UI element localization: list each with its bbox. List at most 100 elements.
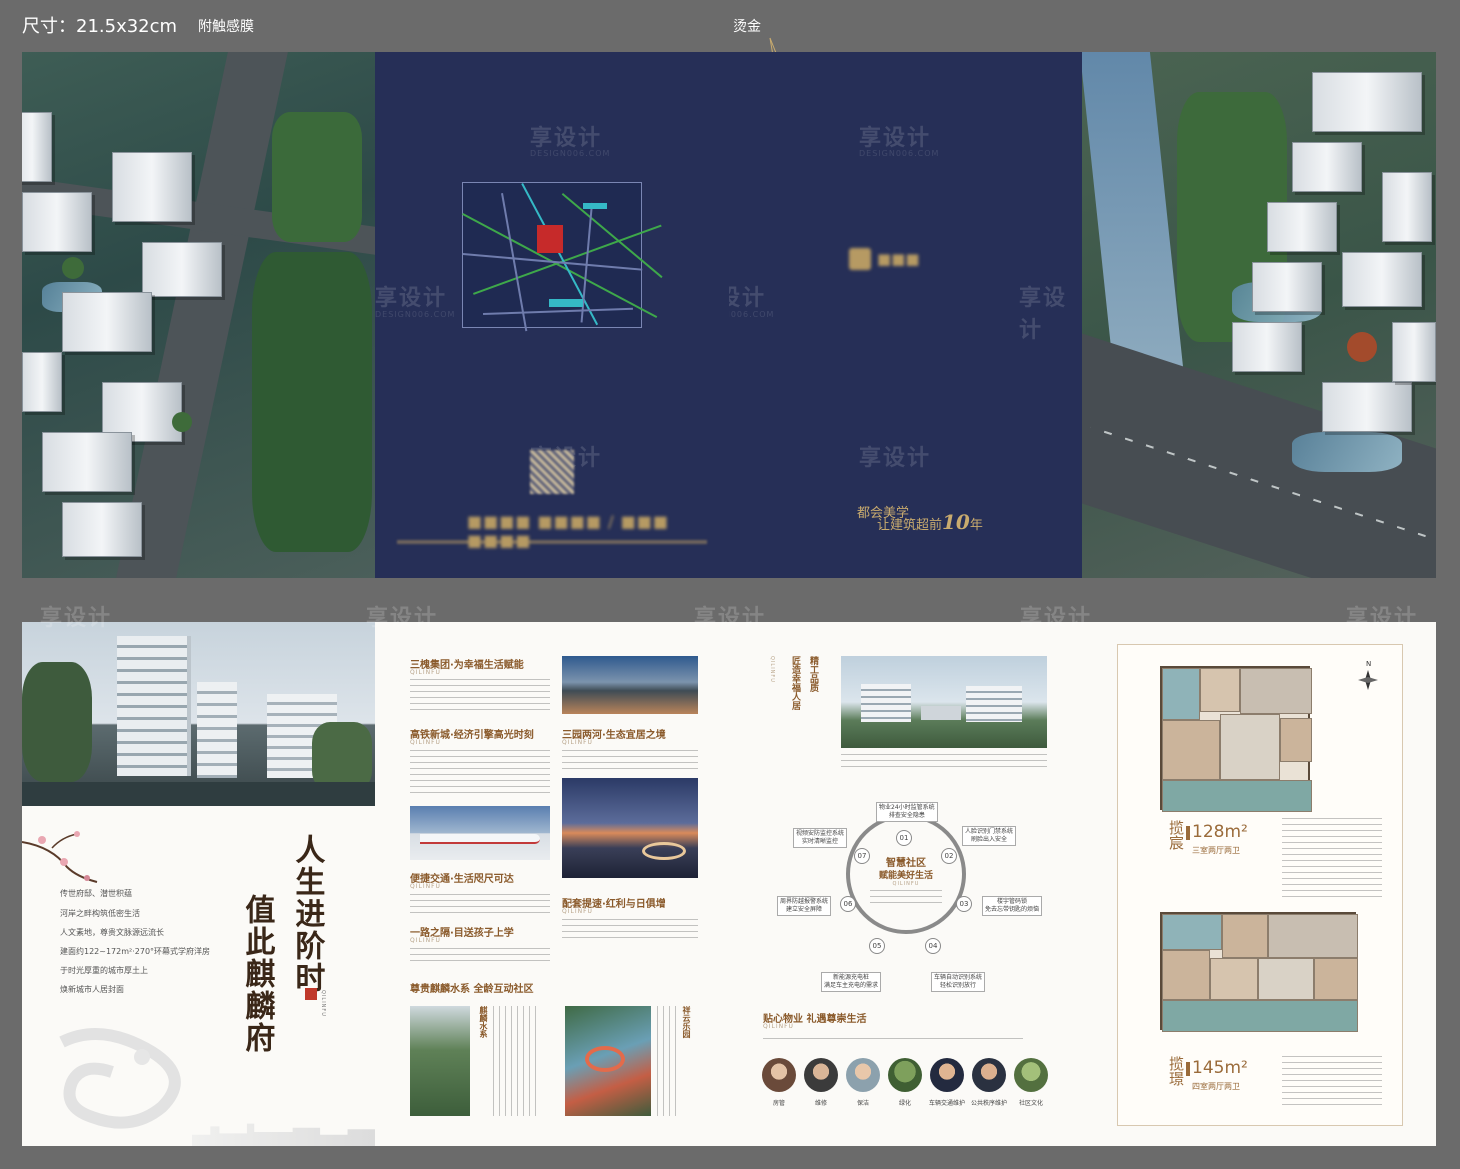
watermark-text: 享设计 — [729, 286, 767, 311]
watermark-text: 享设计 — [1020, 606, 1093, 631]
feature-tag: 人脸识别门禁系统 刷脸出入安全 — [962, 826, 1017, 846]
section-title: 尊贵麒麟水系 全龄互动社区 — [410, 984, 534, 995]
intro-line-5: 于时光厚重的城市厚土上 — [60, 966, 148, 975]
service-label: 公共秩序维护 — [970, 1100, 1007, 1107]
ring-node: 02 — [941, 848, 957, 864]
high-speed-train-photo — [410, 806, 550, 860]
service-label: 绿化 — [898, 1100, 911, 1107]
service-photo-greening — [888, 1058, 922, 1092]
service-label: 车辆交通维护 — [928, 1100, 965, 1107]
intro-line-6: 焕新城市人居封面 — [60, 985, 124, 994]
feature-tag: 周界防越报警系统 建立安全屏障 — [777, 896, 832, 916]
vertical-label: 麒麟水系 — [479, 1006, 488, 1038]
service-photo-housing — [762, 1058, 796, 1092]
heading-vertical-2: 匠造幸福人居 — [790, 656, 800, 710]
ring-node: 01 — [896, 830, 912, 846]
disclaimer-blurred — [397, 540, 707, 544]
building-render-photo — [22, 622, 375, 806]
watermark-text: 享设计 — [366, 606, 439, 631]
paragraph — [562, 919, 698, 943]
community-render-photo — [841, 656, 1047, 748]
watermark-text: 享设计 — [859, 126, 932, 151]
center-sub: QILINFU — [892, 881, 920, 887]
plan2-name: 揽璟 — [1167, 1056, 1185, 1086]
compass-label: N — [1366, 660, 1372, 668]
qr-code — [530, 450, 574, 494]
aerial-render-left — [22, 52, 375, 578]
location-map — [462, 182, 663, 332]
center-title-2: 赋能美好生活 — [878, 871, 933, 881]
service-photo-order — [972, 1058, 1006, 1092]
service-label: 保洁 — [856, 1100, 869, 1107]
vertical-label: 祥云乐园 — [682, 1006, 691, 1038]
paragraph — [410, 894, 550, 914]
project-logo-text-blurred: ■■■ — [877, 250, 920, 268]
service-label: 房管 — [772, 1100, 785, 1107]
features-page: 三槐集团·为幸福生活赋能 QILINFU 高铁新城·经济引擎高光时刻 QILIN… — [375, 622, 729, 1146]
intro-line-2: 河岸之畔构筑低密生活 — [60, 909, 140, 918]
plum-blossom-icon — [22, 831, 98, 883]
service-sub: QILINFU — [763, 1023, 794, 1030]
ring-node: 03 — [956, 896, 972, 912]
seal-text: QILINFU — [320, 990, 326, 1017]
water-garden-photo — [410, 1006, 470, 1116]
front-cover-panel: 享设计 DESIGN006.COM 享设计 DESIGN006.COM 享设计 … — [729, 52, 1082, 578]
paragraph — [657, 1006, 677, 1116]
red-seal-icon — [305, 988, 317, 1000]
plan2-description — [1282, 1056, 1382, 1106]
aerial-render-right — [1082, 52, 1436, 578]
heading-sub: QILINFU — [769, 656, 775, 683]
watermark-text: 享设计 — [375, 286, 448, 311]
floorplan-145 — [1160, 912, 1358, 1032]
dragon-pattern-icon — [59, 1028, 181, 1129]
section-sub: QILINFU — [410, 937, 441, 944]
service-label: 社区文化 — [1018, 1100, 1043, 1107]
watermark-sub: DESIGN006.COM — [729, 310, 775, 319]
section-sub: QILINFU — [562, 739, 593, 746]
paragraph — [763, 1038, 1023, 1044]
plan1-name: 揽宸 — [1167, 820, 1185, 850]
plan1-area: 128m² — [1192, 822, 1248, 842]
feature-tag: 物业24小时监管系统 排查安全隐患 — [876, 802, 938, 822]
ring-node: 05 — [869, 938, 885, 954]
project-location-marker — [537, 225, 563, 253]
calligraphy-line-1: 人生进阶时 — [289, 834, 325, 994]
watermark-sub: DESIGN006.COM — [375, 310, 456, 319]
plan1-layout: 三室两厅两卫 — [1192, 846, 1240, 855]
section-sub: QILINFU — [562, 908, 593, 915]
ring-node: 04 — [925, 938, 941, 954]
watermark-text: 享设计 — [859, 446, 932, 471]
service-label: 维修 — [814, 1100, 827, 1107]
paragraph — [410, 750, 550, 798]
section-sub: QILINFU — [410, 883, 441, 890]
watermark-text: 享设计 — [530, 126, 603, 151]
compass-icon — [1358, 670, 1378, 690]
watermark-sub: DESIGN006.COM — [530, 149, 611, 158]
back-cover-panel: 享设计 DESIGN006.COM 享设计 DESIGN006.COM 享设计 … — [375, 52, 729, 578]
feature-tag: 车辆自动识别系统 轻松识别放行 — [931, 972, 986, 992]
section-sub: QILINFU — [410, 739, 441, 746]
floorplan-128 — [1160, 666, 1312, 812]
feature-tag: 新能源充电桩 满足车主充电的需求 — [821, 972, 882, 992]
service-photo-repair — [804, 1058, 838, 1092]
heading-vertical-1: 精工品质 — [808, 656, 818, 692]
project-logo-icon — [849, 248, 871, 270]
calligraphy-line-2: 值此麒麟府 — [239, 894, 275, 1054]
paragraph — [493, 1006, 541, 1116]
paragraph — [870, 890, 942, 908]
ring-node: 07 — [854, 848, 870, 864]
watermark-text: 享设计 — [1019, 286, 1068, 343]
floorplan-page: N 揽宸 128m² 三室两厅两卫 揽璟 145m² 四室两厅两卫 — [1082, 622, 1436, 1146]
intro-line-3: 人文素地，尊贵文脉源远流长 — [60, 928, 164, 937]
community-page: 精工品质 匠造幸福人居 QILINFU 智慧社区 赋能美好生活 QILINFU … — [729, 622, 1082, 1146]
watermark-text: 享设计 — [40, 606, 113, 631]
watermark-sub: DESIGN006.COM — [859, 149, 940, 158]
lakeside-sunset-photo — [562, 778, 698, 878]
paragraph — [562, 750, 698, 774]
city-night-photo — [562, 656, 698, 714]
hotline-blurred: ■■■■ ■■■■ / ■■■ ■■■■ — [467, 512, 669, 550]
watermark-text: 享设计 — [694, 606, 767, 631]
service-photo-culture — [1014, 1058, 1048, 1092]
section-sub: QILINFU — [410, 669, 441, 676]
ring-node: 06 — [840, 896, 856, 912]
